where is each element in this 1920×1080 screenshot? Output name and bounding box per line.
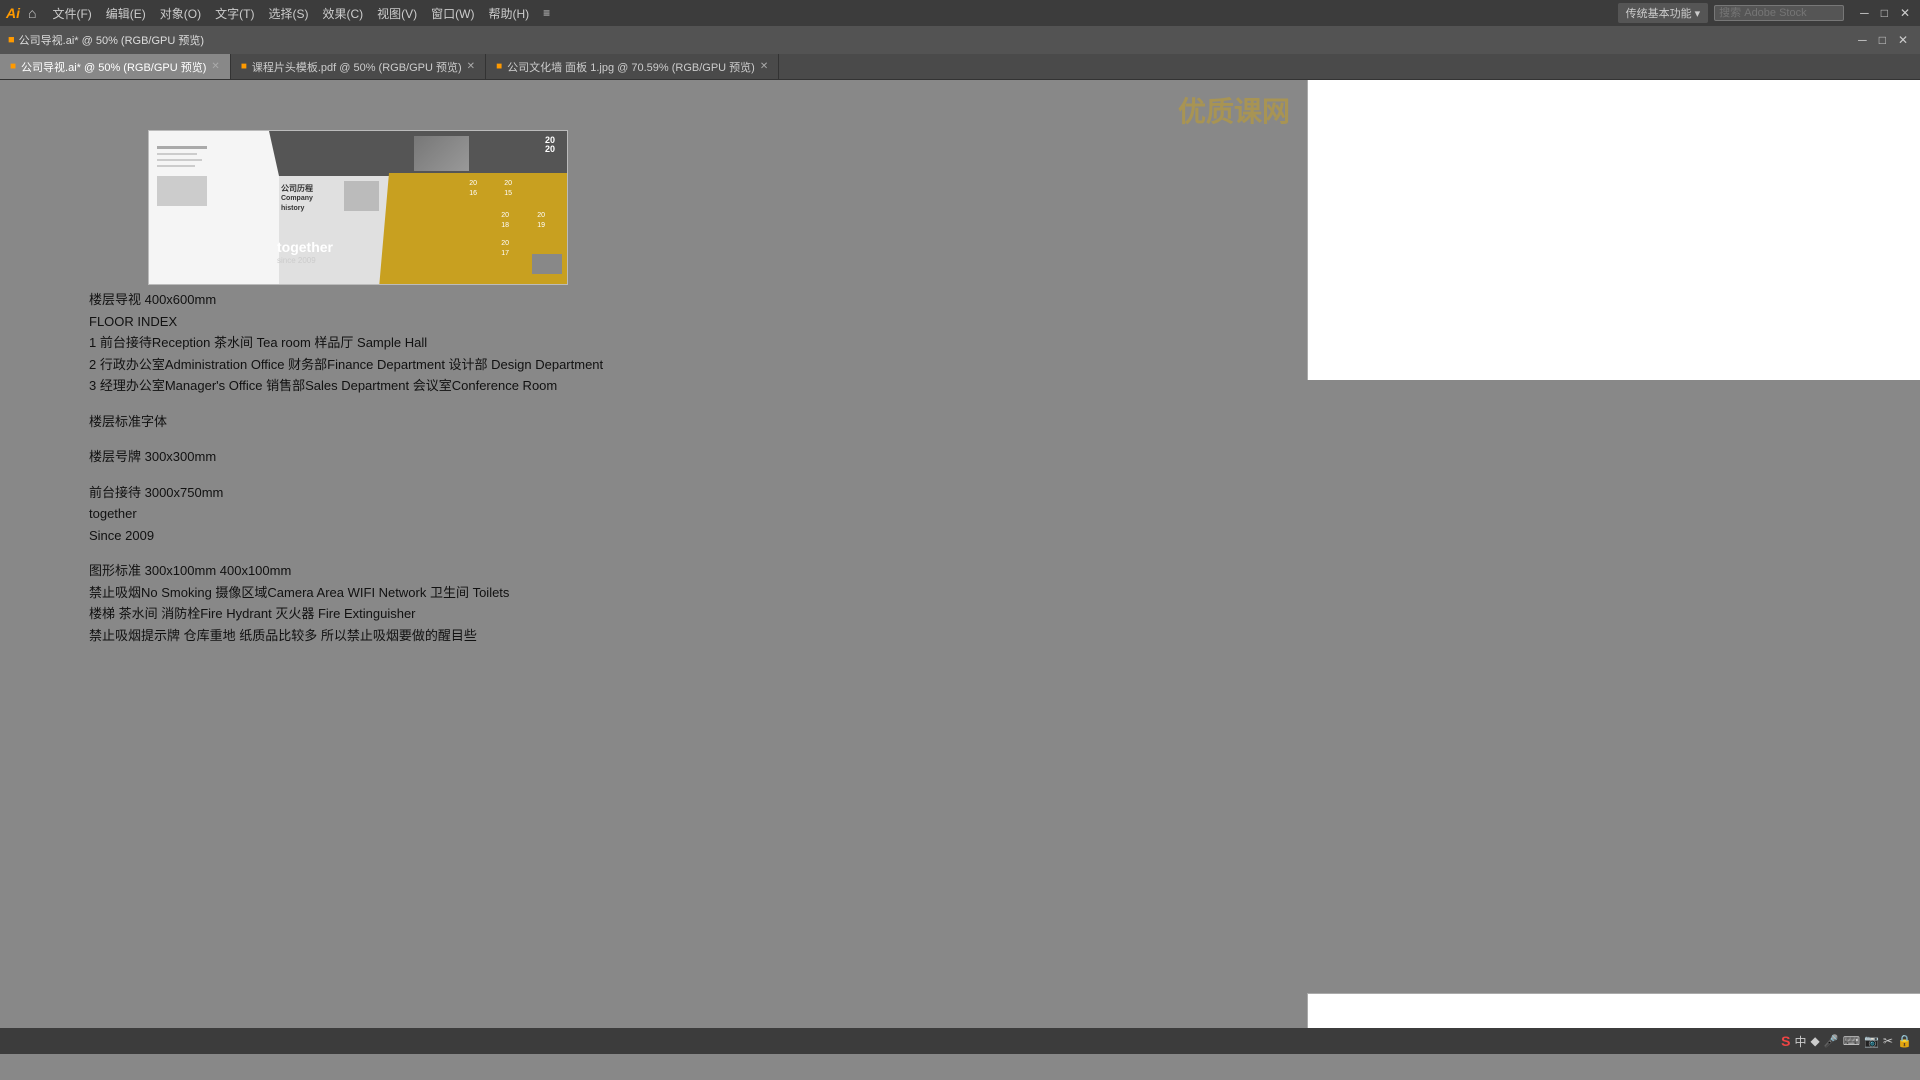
tab-label-1: 课程片头模板.pdf @ 50% (RGB/GPU 预览): [252, 59, 462, 75]
top-menubar: Ai ⌂ 文件(F) 编辑(E) 对象(O) 文字(T) 选择(S) 效果(C)…: [0, 0, 1920, 26]
scissors-icon[interactable]: ✂: [1883, 1034, 1893, 1048]
preview-together-text: together: [277, 239, 333, 255]
menu-help[interactable]: 帮助(H): [482, 3, 535, 24]
menu-window[interactable]: 窗口(W): [425, 3, 480, 24]
floor-guide-title: 楼层导视 400x600mm: [89, 290, 603, 310]
reception-section: 前台接待 3000x750mm together Since 2009: [89, 483, 603, 546]
tab-icon-0: ■: [10, 61, 16, 72]
status-right-icons: S 中 ◆ 🎤 ⌨ 📷 ✂ 🔒: [1781, 1033, 1912, 1050]
preview-content: 20 20 公司历程 Company history 2016 2015 201…: [149, 131, 567, 284]
home-icon[interactable]: ⌂: [28, 5, 36, 21]
text-content: 楼层导视 400x600mm FLOOR INDEX 1 前台接待Recepti…: [89, 290, 603, 647]
doc-restore-button[interactable]: □: [1875, 33, 1890, 47]
s-icon: S: [1781, 1033, 1790, 1049]
preview-photo: [414, 136, 469, 171]
doc-minimize-button[interactable]: ─: [1854, 33, 1871, 47]
top-right-controls: 传统基本功能 ▾ ─ □ ✕: [1618, 3, 1914, 23]
tab-icon-1: ■: [241, 61, 247, 72]
doc-titlebar: ■ 公司导视.ai* @ 50% (RGB/GPU 预览) ─ □ ✕: [0, 26, 1920, 54]
minimize-button[interactable]: ─: [1856, 6, 1873, 20]
right-panel-top: [1307, 80, 1920, 380]
floor-line-2: 3 经理办公室Manager's Office 销售部Sales Departm…: [89, 376, 603, 396]
lang-icon[interactable]: 中: [1795, 1033, 1807, 1050]
tab-course-header[interactable]: ■ 课程片头模板.pdf @ 50% (RGB/GPU 预览) ✕: [231, 54, 486, 79]
canvas-area[interactable]: 20 20 公司历程 Company history 2016 2015 201…: [0, 80, 1920, 1054]
lock-icon[interactable]: 🔒: [1897, 1034, 1912, 1048]
tab-culture-wall[interactable]: ■ 公司文化墙 面板 1.jpg @ 70.59% (RGB/GPU 预览) ✕: [486, 54, 779, 79]
menu-text[interactable]: 文字(T): [209, 3, 260, 24]
diamond-icon[interactable]: ◆: [1811, 1034, 1820, 1048]
graphic-section: 图形标准 300x100mm 400x100mm 禁止吸烟No Smoking …: [89, 561, 603, 645]
preview-company-history-text: 公司历程 Company history: [281, 183, 313, 214]
graphic-label: 图形标准 300x100mm 400x100mm: [89, 561, 603, 581]
graphic-line-0: 禁止吸烟No Smoking 摄像区域Camera Area WIFI Netw…: [89, 583, 603, 603]
menu-edit[interactable]: 编辑(E): [100, 3, 152, 24]
maximize-button[interactable]: □: [1877, 6, 1892, 20]
menu-object[interactable]: 对象(O): [154, 3, 207, 24]
floor-sign-section: 楼层号牌 300x300mm: [89, 447, 603, 467]
menu-file[interactable]: 文件(F): [46, 3, 97, 24]
floor-sign-label: 楼层号牌 300x300mm: [89, 447, 603, 467]
right-panel-bottom: [1307, 993, 1920, 1028]
tab-company-nav[interactable]: ■ 公司导视.ai* @ 50% (RGB/GPU 预览) ✕: [0, 54, 231, 79]
tab-label-0: 公司导视.ai* @ 50% (RGB/GPU 预览): [21, 59, 206, 75]
preview-white-left: [149, 131, 279, 284]
floor-line-0: 1 前台接待Reception 茶水间 Tea room 样品厅 Sample …: [89, 333, 603, 353]
workspace-selector[interactable]: 传统基本功能 ▾: [1618, 3, 1709, 23]
tab-close-2[interactable]: ✕: [760, 61, 768, 72]
since-text: Since 2009: [89, 526, 603, 546]
doc-close-button[interactable]: ✕: [1894, 33, 1912, 47]
doc-window-controls: ─ □ ✕: [1854, 33, 1912, 47]
doc-preview: 20 20 公司历程 Company history 2016 2015 201…: [148, 130, 568, 285]
menu-effect[interactable]: 效果(C): [316, 3, 369, 24]
tab-close-0[interactable]: ✕: [211, 61, 219, 72]
graphic-line-2: 禁止吸烟提示牌 仓库重地 纸质品比较多 所以禁止吸烟要做的醒目些: [89, 626, 603, 646]
adobe-stock-search[interactable]: [1714, 5, 1844, 21]
menu-extra[interactable]: ≡: [537, 4, 556, 22]
keyboard-icon[interactable]: ⌨: [1843, 1034, 1860, 1048]
preview-since-text: since 2009: [277, 256, 316, 265]
close-button[interactable]: ✕: [1896, 6, 1914, 20]
search-input[interactable]: [1719, 7, 1839, 19]
doc-title: 公司导视.ai* @ 50% (RGB/GPU 预览): [19, 32, 204, 48]
tab-label-2: 公司文化墙 面板 1.jpg @ 70.59% (RGB/GPU 预览): [507, 59, 755, 75]
floor-font-section: 楼层标准字体: [89, 412, 603, 432]
status-bar: S 中 ◆ 🎤 ⌨ 📷 ✂ 🔒: [0, 1028, 1920, 1054]
together-text: together: [89, 504, 603, 524]
floor-line-1: 2 行政办公室Administration Office 财务部Finance …: [89, 355, 603, 375]
window-controls: ─ □ ✕: [1856, 6, 1914, 20]
tab-icon-2: ■: [496, 61, 502, 72]
tab-close-1[interactable]: ✕: [467, 61, 475, 72]
camera-icon[interactable]: 📷: [1864, 1034, 1879, 1048]
menu-select[interactable]: 选择(S): [262, 3, 314, 24]
mic-icon[interactable]: 🎤: [1824, 1034, 1839, 1048]
preview-year-2020: 20 20: [545, 136, 555, 154]
app-logo: Ai: [6, 5, 20, 21]
doc-icon: ■: [8, 34, 15, 46]
floor-font-label: 楼层标准字体: [89, 412, 603, 432]
reception-label: 前台接待 3000x750mm: [89, 483, 603, 503]
brand-watermark: 优质课网: [1178, 90, 1290, 130]
floor-index-label: FLOOR INDEX: [89, 312, 603, 332]
graphic-line-1: 楼梯 茶水间 消防栓Fire Hydrant 灭火器 Fire Extingui…: [89, 604, 603, 624]
menu-view[interactable]: 视图(V): [371, 3, 423, 24]
tab-bar: ■ 公司导视.ai* @ 50% (RGB/GPU 预览) ✕ ■ 课程片头模板…: [0, 54, 1920, 80]
